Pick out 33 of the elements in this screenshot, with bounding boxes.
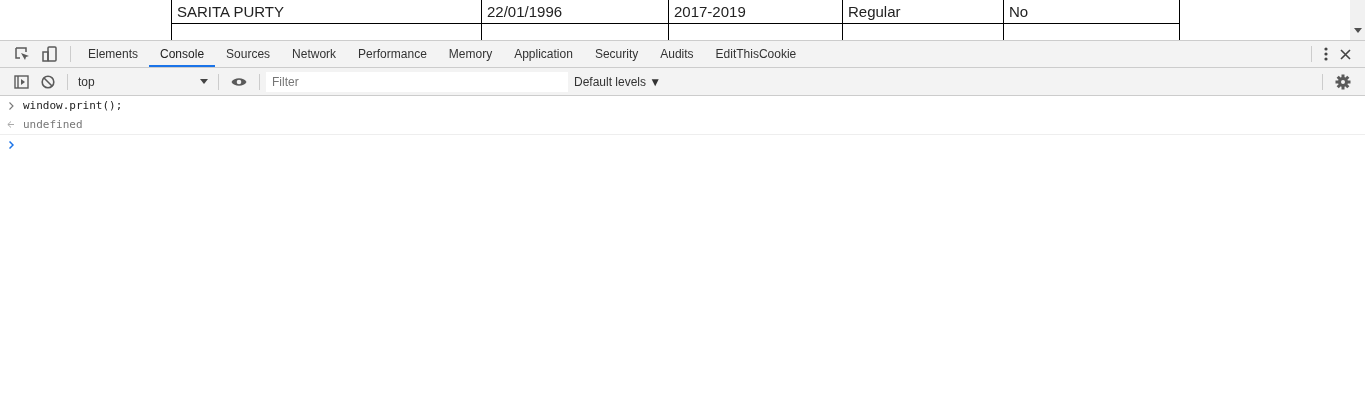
table-cell: 22/01/1996 bbox=[481, 0, 669, 23]
console-text: window.print(); bbox=[23, 99, 123, 112]
console-text: undefined bbox=[23, 118, 83, 131]
table-cell: No bbox=[1003, 0, 1180, 23]
filter-field[interactable]: Filter bbox=[266, 71, 568, 92]
devtools-tab[interactable]: Network bbox=[281, 41, 348, 67]
prompt-chevron-icon[interactable] bbox=[9, 140, 14, 149]
prompt-chevron-icon bbox=[9, 101, 14, 110]
more-menu-icon[interactable] bbox=[1324, 47, 1328, 61]
clear-console-icon[interactable] bbox=[41, 74, 55, 89]
context-select[interactable]: top bbox=[74, 74, 212, 89]
devtools-tab[interactable]: Memory bbox=[437, 41, 504, 67]
eye-icon[interactable] bbox=[231, 76, 247, 87]
levels-dropdown[interactable]: Default levels ▼ bbox=[574, 74, 662, 89]
devtools-tab[interactable]: Performance bbox=[347, 41, 438, 67]
table-cell: Regular bbox=[842, 0, 1004, 23]
sidebar-toggle-icon[interactable] bbox=[14, 74, 29, 89]
result-arrow-icon bbox=[7, 121, 14, 128]
devtools-tab[interactable]: Audits bbox=[649, 41, 705, 67]
scrollbar[interactable] bbox=[1350, 0, 1365, 40]
inspect-icon[interactable] bbox=[14, 46, 30, 62]
table-cell: SARITA PURTY bbox=[171, 0, 482, 23]
device-toolbar-icon[interactable] bbox=[42, 46, 58, 62]
devtools-tab[interactable]: Application bbox=[503, 41, 584, 67]
devtools-tab[interactable]: Security bbox=[583, 41, 650, 67]
devtools-tab[interactable]: Elements bbox=[77, 41, 150, 67]
settings-icon[interactable] bbox=[1335, 73, 1351, 90]
devtools-tab[interactable]: EditThisCookie bbox=[704, 41, 808, 67]
devtools-tab[interactable]: Sources bbox=[215, 41, 282, 67]
caret-icon bbox=[200, 79, 208, 84]
close-icon[interactable] bbox=[1340, 48, 1351, 60]
scroll-down-arrow-icon[interactable] bbox=[1354, 28, 1362, 33]
table-cell: 2017-2019 bbox=[668, 0, 843, 23]
